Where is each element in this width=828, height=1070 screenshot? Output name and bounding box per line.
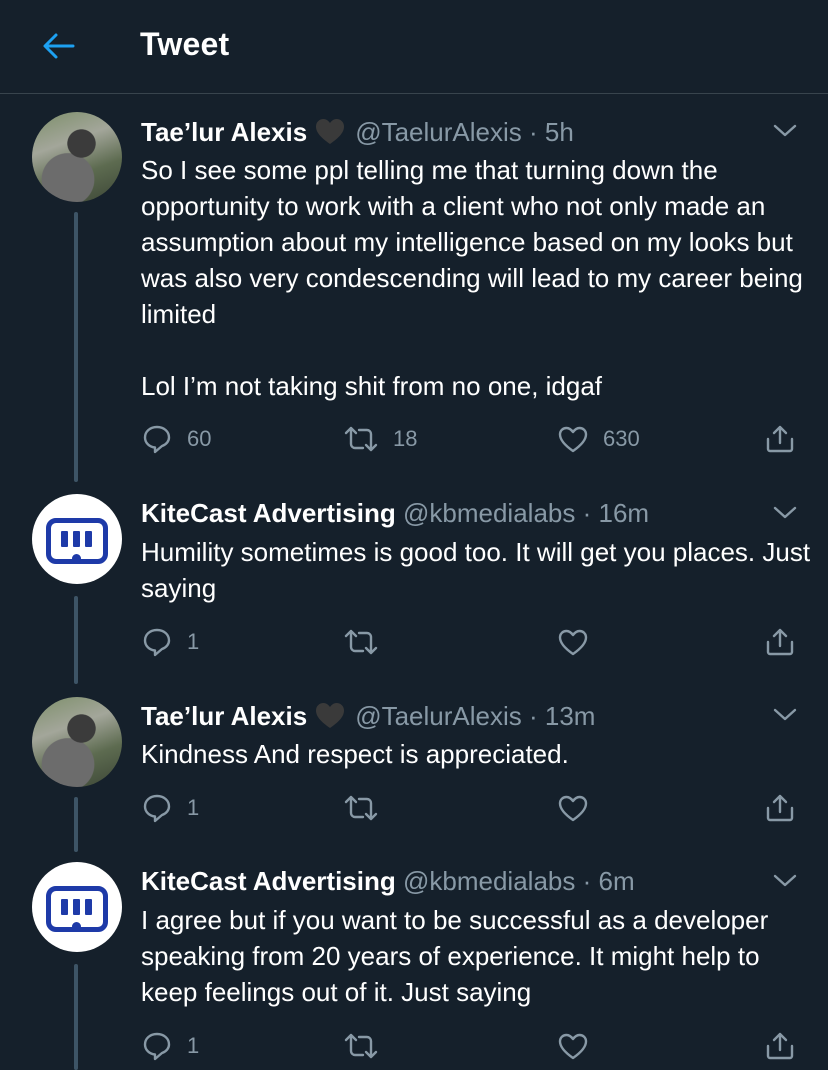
- share-button[interactable]: [764, 419, 796, 459]
- top-bar: Tweet: [0, 0, 828, 94]
- share-icon: [764, 792, 796, 824]
- share-icon: [764, 1030, 796, 1062]
- share-icon: [764, 626, 796, 658]
- share-button[interactable]: [764, 622, 796, 662]
- handle[interactable]: @kbmedialabs: [403, 498, 575, 528]
- share-button[interactable]: [764, 788, 796, 828]
- reply-button[interactable]: 1: [141, 788, 199, 828]
- avatar[interactable]: [32, 494, 122, 584]
- heart-outline-icon: [557, 793, 589, 823]
- separator: ·: [582, 866, 592, 896]
- handle[interactable]: @TaelurAlexis: [355, 117, 522, 147]
- reply-count: 1: [187, 795, 200, 820]
- heart-outline-icon: [557, 1031, 589, 1061]
- tweet-text: Kindness And respect is appreciated.: [141, 739, 569, 769]
- display-name[interactable]: KiteCast Advertising: [141, 866, 396, 896]
- tweet-text: Humility sometimes is good too. It will …: [141, 537, 811, 603]
- timestamp[interactable]: 13m: [545, 701, 596, 731]
- heart-outline-icon: [557, 627, 589, 657]
- heart-outline-icon: [557, 424, 589, 454]
- reply-count: 60: [187, 426, 212, 451]
- retweet-button[interactable]: [343, 622, 379, 662]
- tweet-text: So I see some ppl telling me that turnin…: [141, 155, 803, 401]
- like-button[interactable]: [557, 622, 589, 662]
- avatar[interactable]: [32, 697, 122, 787]
- display-name[interactable]: Tae’lur Alexis: [141, 701, 307, 731]
- retweet-icon: [343, 424, 379, 454]
- like-button[interactable]: [557, 788, 589, 828]
- timestamp[interactable]: 16m: [599, 498, 650, 528]
- reply-count: 1: [187, 629, 200, 654]
- reply-button[interactable]: 60: [141, 419, 211, 459]
- reply-icon: [141, 1030, 173, 1062]
- chevron-down-icon[interactable]: [768, 702, 802, 726]
- reply-icon: [141, 626, 173, 658]
- handle[interactable]: @TaelurAlexis: [355, 701, 522, 731]
- retweet-icon: [343, 793, 379, 823]
- back-arrow-icon[interactable]: [38, 28, 78, 64]
- separator: ·: [528, 701, 538, 731]
- display-name[interactable]: Tae’lur Alexis: [141, 117, 307, 147]
- like-count: 630: [603, 426, 640, 451]
- handle[interactable]: @kbmedialabs: [403, 866, 575, 896]
- avatar[interactable]: [32, 112, 122, 202]
- retweet-count: 18: [393, 426, 418, 451]
- retweet-icon: [343, 627, 379, 657]
- reply-count: 1: [187, 1033, 200, 1058]
- like-button[interactable]: 630: [557, 419, 640, 459]
- heart-icon: [313, 700, 347, 737]
- share-button[interactable]: [764, 1026, 796, 1066]
- thread-line: [74, 797, 78, 852]
- chevron-down-icon[interactable]: [768, 500, 802, 524]
- reply-icon: [141, 423, 173, 455]
- avatar[interactable]: [32, 862, 122, 952]
- retweet-icon: [343, 1031, 379, 1061]
- reply-button[interactable]: 1: [141, 1026, 199, 1066]
- retweet-button[interactable]: [343, 788, 379, 828]
- heart-icon: [313, 116, 347, 153]
- timestamp[interactable]: 5h: [545, 117, 574, 147]
- timestamp[interactable]: 6m: [599, 866, 635, 896]
- separator: ·: [582, 498, 592, 528]
- reply-button[interactable]: 1: [141, 622, 199, 662]
- separator: ·: [528, 117, 538, 147]
- chevron-down-icon[interactable]: [768, 868, 802, 892]
- like-button[interactable]: [557, 1026, 589, 1066]
- thread-line: [74, 596, 78, 684]
- retweet-button[interactable]: [343, 1026, 379, 1066]
- chevron-down-icon[interactable]: [768, 118, 802, 142]
- thread-line: [74, 964, 78, 1070]
- page-title: Tweet: [140, 26, 230, 62]
- tweet-text: I agree but if you want to be successful…: [141, 905, 769, 1007]
- display-name[interactable]: KiteCast Advertising: [141, 498, 396, 528]
- reply-icon: [141, 792, 173, 824]
- share-icon: [764, 423, 796, 455]
- retweet-button[interactable]: 18: [343, 419, 417, 459]
- thread-line: [74, 212, 78, 482]
